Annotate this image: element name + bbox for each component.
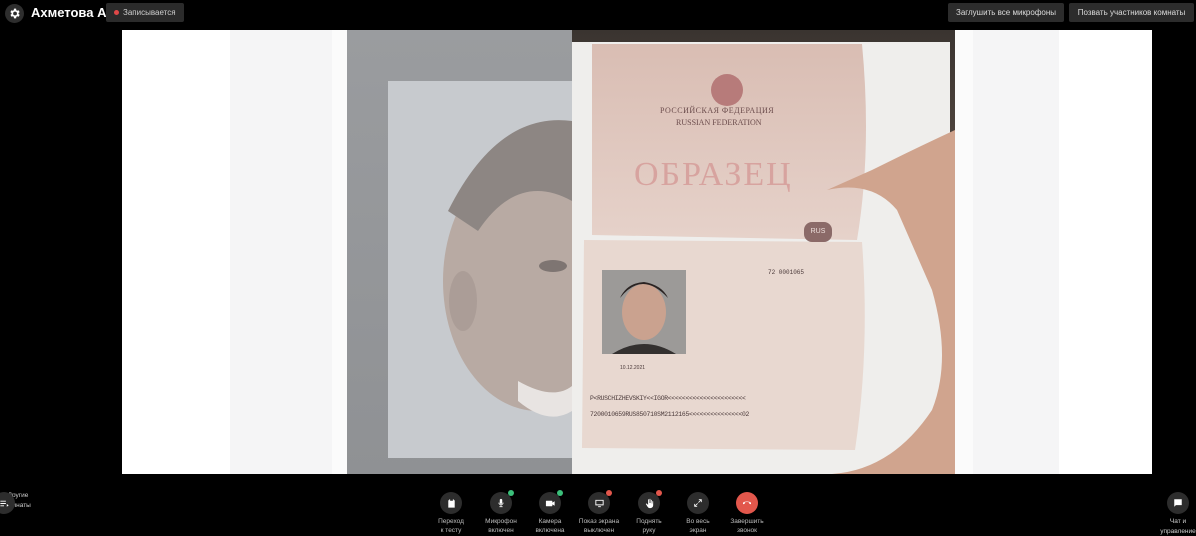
video-stage: РОССИЙСКАЯ ФЕДЕРАЦИЯ RUSSIAN FEDERATION … xyxy=(122,30,1152,474)
video-feed: РОССИЙСКАЯ ФЕДЕРАЦИЯ RUSSIAN FEDERATION … xyxy=(347,30,955,474)
camera-icon xyxy=(539,490,563,514)
mrz-line-2: 7200010659RUS850710SM2112165<<<<<<<<<<<<… xyxy=(590,411,750,418)
face-portrait-image xyxy=(388,81,572,458)
faded-face-half xyxy=(347,30,572,474)
other-rooms-button[interactable]: Другие комнаты xyxy=(0,488,43,514)
passport-country-en: RUSSIAN FEDERATION xyxy=(676,118,762,127)
gear-icon[interactable] xyxy=(5,4,24,23)
bottom-toolbar: Другие комнаты Переход к тесту Микрофон … xyxy=(0,488,1196,536)
microphone-button[interactable]: Микрофон включен xyxy=(476,488,526,535)
passport-image: РОССИЙСКАЯ ФЕДЕРАЦИЯ RUSSIAN FEDERATION … xyxy=(572,30,955,474)
passport-country-ru: РОССИЙСКАЯ ФЕДЕРАЦИЯ xyxy=(660,106,775,115)
monitor-icon xyxy=(588,490,612,514)
recording-label: Записывается xyxy=(123,8,176,17)
screen-share-label: Показ экрана выключен xyxy=(578,518,620,534)
microphone-label: Микрофон включен xyxy=(485,518,517,534)
microphone-icon xyxy=(490,490,514,514)
mic-status-dot xyxy=(508,490,514,496)
go-to-test-button[interactable]: Переход к тесту xyxy=(426,488,476,535)
camera-label: Камера включена xyxy=(535,518,565,534)
go-to-test-label: Переход к тесту xyxy=(438,518,464,534)
clipboard-icon xyxy=(440,492,462,514)
document-number: 72 0001065 xyxy=(768,269,805,276)
recording-dot-icon xyxy=(114,10,119,15)
top-bar: Ахметова А. Записывается Заглушить все м… xyxy=(0,0,1196,26)
fullscreen-button[interactable]: Во весь экран xyxy=(673,488,723,535)
video-call-app: Ахметова А. Записывается Заглушить все м… xyxy=(0,0,1196,536)
recording-badge: Записывается xyxy=(106,3,184,22)
screen-share-status-dot xyxy=(606,490,612,496)
raise-hand-status-dot xyxy=(656,490,662,496)
invite-participants-button[interactable]: Позвать участников комнаты xyxy=(1069,3,1194,22)
camera-status-dot xyxy=(557,490,563,496)
country-code-badge: RUS xyxy=(804,222,832,242)
end-call-button[interactable]: Завершить звонок xyxy=(722,488,772,535)
issue-date: 10.12.2021 xyxy=(620,365,646,371)
chat-button[interactable]: Чат и управление xyxy=(1153,488,1196,536)
screen-share-button[interactable]: Показ экрана выключен xyxy=(574,488,624,535)
chat-label: Чат и управление xyxy=(1160,518,1196,535)
mrz-line-1: P<RUSCHIZHEVSKIY<<IGOR<<<<<<<<<<<<<<<<<<… xyxy=(590,395,746,402)
raise-hand-button[interactable]: Поднять руку xyxy=(624,488,674,535)
sample-stamp-text: ОБРАЗЕЦ xyxy=(634,156,793,193)
mute-all-button[interactable]: Заглушить все микрофоны xyxy=(948,3,1064,22)
hang-up-icon xyxy=(736,492,758,514)
hand-icon xyxy=(638,490,662,514)
raise-hand-label: Поднять руку xyxy=(636,518,662,534)
user-name: Ахметова А. xyxy=(31,5,111,20)
chat-bubble-icon xyxy=(1167,492,1189,514)
end-call-label: Завершить звонок xyxy=(730,518,764,534)
fullscreen-label: Во весь экран xyxy=(686,518,710,534)
camera-button[interactable]: Камера включена xyxy=(525,488,575,535)
expand-icon xyxy=(687,492,709,514)
